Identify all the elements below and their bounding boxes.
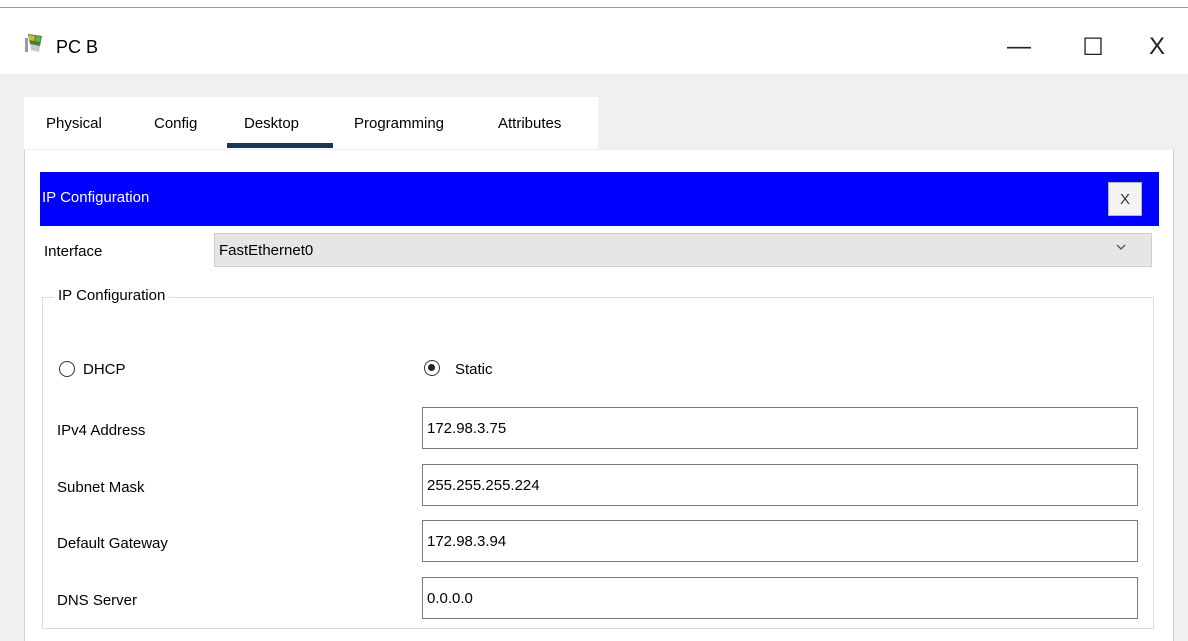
- maximize-button[interactable]: ☐: [1064, 22, 1122, 72]
- default-gateway-input[interactable]: [422, 520, 1138, 562]
- ipv4-address-label: IPv4 Address: [57, 422, 146, 439]
- title-bar: PC B — ☐ X: [0, 8, 1188, 74]
- dhcp-radio[interactable]: [59, 361, 75, 377]
- pc-icon: [22, 30, 50, 58]
- window-title: PC B: [56, 37, 99, 57]
- dns-server-label: DNS Server: [57, 592, 138, 609]
- tab-physical[interactable]: Physical: [46, 115, 102, 132]
- active-tab-indicator: [227, 143, 333, 148]
- tab-programming[interactable]: Programming: [354, 115, 444, 132]
- static-label[interactable]: Static: [455, 361, 493, 378]
- dns-server-input[interactable]: [422, 577, 1138, 619]
- tab-attributes[interactable]: Attributes: [498, 115, 561, 132]
- close-window-button[interactable]: X: [1128, 22, 1186, 72]
- ipv4-address-input[interactable]: [422, 407, 1138, 449]
- ip-config-header-title: IP Configuration: [42, 189, 150, 206]
- dhcp-label[interactable]: DHCP: [83, 361, 126, 378]
- ip-config-group-title: IP Configuration: [54, 287, 170, 304]
- interface-select[interactable]: FastEthernet0: [214, 233, 1152, 267]
- minimize-button[interactable]: —: [990, 22, 1048, 72]
- default-gateway-label: Default Gateway: [57, 535, 168, 552]
- tab-config[interactable]: Config: [154, 115, 197, 132]
- tab-desktop[interactable]: Desktop: [244, 115, 299, 132]
- subnet-mask-label: Subnet Mask: [57, 479, 145, 496]
- tab-bar: Physical Config Desktop Programming Attr…: [24, 97, 598, 149]
- interface-label: Interface: [44, 243, 103, 260]
- subnet-mask-input[interactable]: [422, 464, 1138, 506]
- interface-value: FastEthernet0: [219, 242, 314, 259]
- ip-config-close-button[interactable]: X: [1108, 182, 1142, 216]
- static-radio[interactable]: [424, 360, 440, 376]
- ip-config-header: IP Configuration X: [40, 172, 1159, 226]
- chevron-down-icon: [1115, 240, 1127, 256]
- top-border: [0, 0, 1188, 8]
